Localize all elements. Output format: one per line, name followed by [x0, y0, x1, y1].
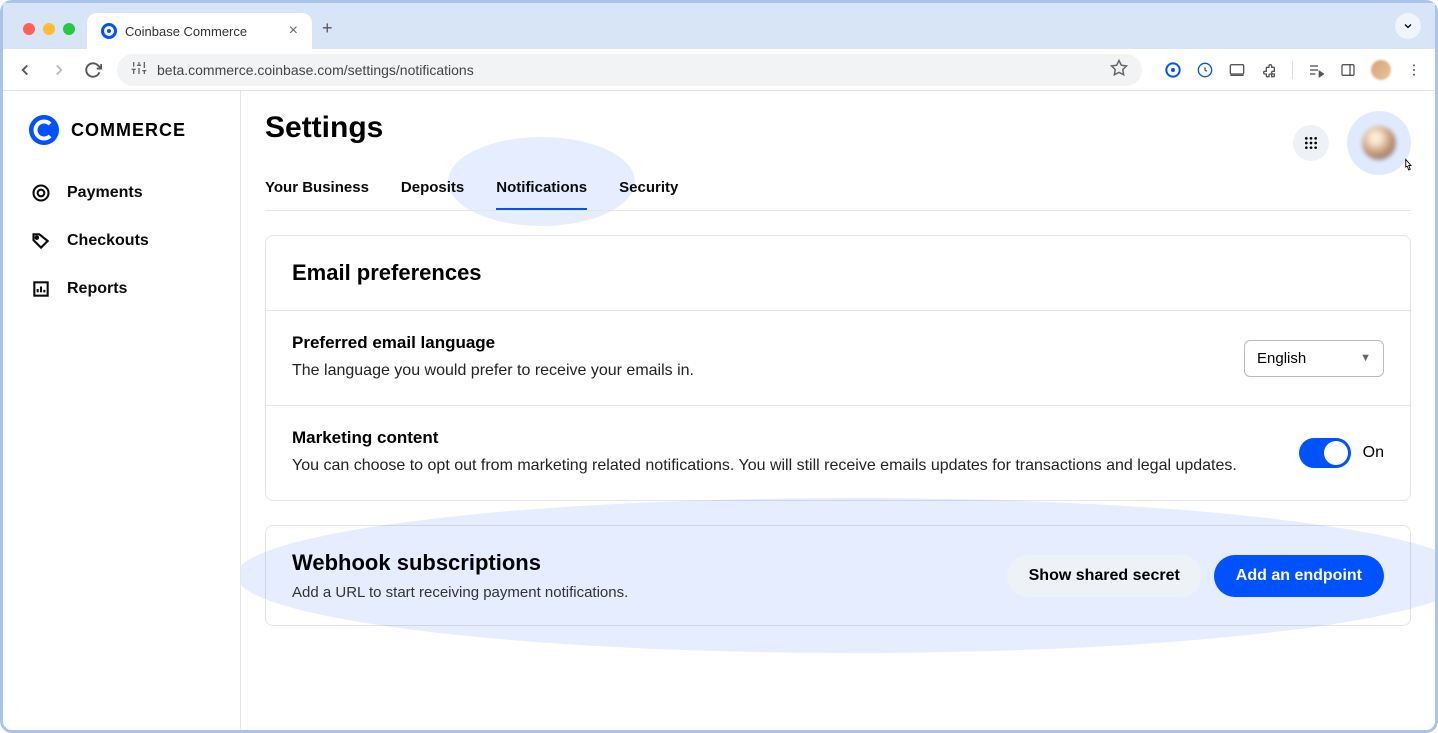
more-menu-icon[interactable] — [1405, 61, 1423, 79]
tab-deposits[interactable]: Deposits — [401, 167, 464, 210]
extensions-puzzle-icon[interactable] — [1260, 61, 1278, 79]
back-button[interactable] — [15, 60, 35, 80]
screen-icon[interactable] — [1228, 61, 1246, 79]
sidebar: COMMERCE Payments Checkouts Reports — [3, 91, 241, 730]
site-settings-icon[interactable] — [131, 60, 147, 79]
profile-avatar-icon[interactable] — [1371, 60, 1391, 80]
maximize-window[interactable] — [63, 23, 75, 35]
settings-tabs: Your Business Deposits Notifications Sec… — [265, 167, 1411, 211]
sidebar-item-label: Reports — [67, 280, 127, 298]
window-controls — [11, 23, 87, 49]
card-subtitle: Add a URL to start receiving payment not… — [292, 584, 628, 601]
divider — [1292, 61, 1293, 79]
close-tab-icon[interactable]: × — [289, 22, 298, 40]
sidebar-item-label: Payments — [67, 184, 143, 202]
address-bar[interactable]: beta.commerce.coinbase.com/settings/noti… — [117, 54, 1142, 86]
reports-icon — [31, 279, 51, 299]
new-tab-button[interactable]: + — [312, 18, 343, 49]
language-select[interactable]: English ▼ — [1244, 340, 1384, 377]
tag-icon — [31, 231, 51, 251]
sidebar-item-label: Checkouts — [67, 232, 149, 250]
browser-tab[interactable]: Coinbase Commerce × — [87, 13, 312, 49]
user-avatar[interactable] — [1347, 111, 1411, 175]
url-text: beta.commerce.coinbase.com/settings/noti… — [157, 62, 474, 78]
coinbase-logo-icon — [29, 115, 59, 145]
sidebar-item-payments[interactable]: Payments — [3, 169, 240, 217]
browser-tab-strip: Coinbase Commerce × + — [3, 3, 1435, 49]
email-preferences-card: Email preferences Preferred email langua… — [265, 235, 1411, 501]
marketing-toggle-wrap: On — [1299, 438, 1384, 468]
row-title: Marketing content — [292, 428, 1269, 448]
webhook-actions: Show shared secret Add an endpoint — [1007, 555, 1384, 597]
select-value: English — [1257, 350, 1306, 367]
app-container: COMMERCE Payments Checkouts Reports — [3, 91, 1435, 730]
marketing-row: Marketing content You can choose to opt … — [266, 405, 1410, 500]
marketing-toggle[interactable] — [1299, 438, 1351, 468]
main-content: Settings Your Business Deposits Notifica… — [241, 91, 1435, 730]
sidebar-item-reports[interactable]: Reports — [3, 265, 240, 313]
bookmark-icon[interactable] — [1110, 59, 1128, 80]
forward-button[interactable] — [49, 60, 69, 80]
media-icon[interactable] — [1307, 61, 1325, 79]
coinbase-extension-icon[interactable] — [1164, 61, 1182, 79]
language-row: Preferred email language The language yo… — [266, 310, 1410, 405]
toggle-state-label: On — [1363, 444, 1384, 462]
add-endpoint-button[interactable]: Add an endpoint — [1214, 555, 1384, 597]
card-title: Email preferences — [292, 260, 1384, 286]
card-title: Webhook subscriptions — [292, 550, 628, 576]
show-shared-secret-button[interactable]: Show shared secret — [1007, 555, 1202, 597]
header-actions — [1293, 111, 1411, 175]
coinbase-favicon-icon — [101, 23, 117, 39]
toggle-knob — [1324, 441, 1348, 465]
extension-icons — [1156, 60, 1423, 80]
logo-text: COMMERCE — [71, 120, 186, 141]
tab-notifications[interactable]: Notifications — [496, 167, 587, 210]
payments-icon — [31, 183, 51, 203]
row-description: You can choose to opt out from marketing… — [292, 454, 1269, 478]
avatar-image — [1362, 126, 1396, 160]
extension-icon[interactable] — [1196, 61, 1214, 79]
tab-your-business[interactable]: Your Business — [265, 167, 369, 210]
webhook-card: Webhook subscriptions Add a URL to start… — [265, 525, 1411, 626]
sidebar-item-checkouts[interactable]: Checkouts — [3, 217, 240, 265]
logo[interactable]: COMMERCE — [3, 115, 240, 169]
sidepanel-icon[interactable] — [1339, 61, 1357, 79]
row-description: The language you would prefer to receive… — [292, 359, 1214, 383]
page-title: Settings — [265, 111, 1411, 145]
close-window[interactable] — [23, 23, 35, 35]
tab-security[interactable]: Security — [619, 167, 678, 210]
chevron-down-icon: ▼ — [1360, 352, 1371, 364]
apps-grid-icon[interactable] — [1293, 125, 1329, 161]
minimize-window[interactable] — [43, 23, 55, 35]
browser-toolbar: beta.commerce.coinbase.com/settings/noti… — [3, 49, 1435, 91]
cursor-pointer-icon — [1399, 158, 1417, 181]
reload-button[interactable] — [83, 60, 103, 80]
tab-title: Coinbase Commerce — [125, 24, 247, 39]
tabs-dropdown-icon[interactable] — [1395, 13, 1421, 39]
row-title: Preferred email language — [292, 333, 1214, 353]
